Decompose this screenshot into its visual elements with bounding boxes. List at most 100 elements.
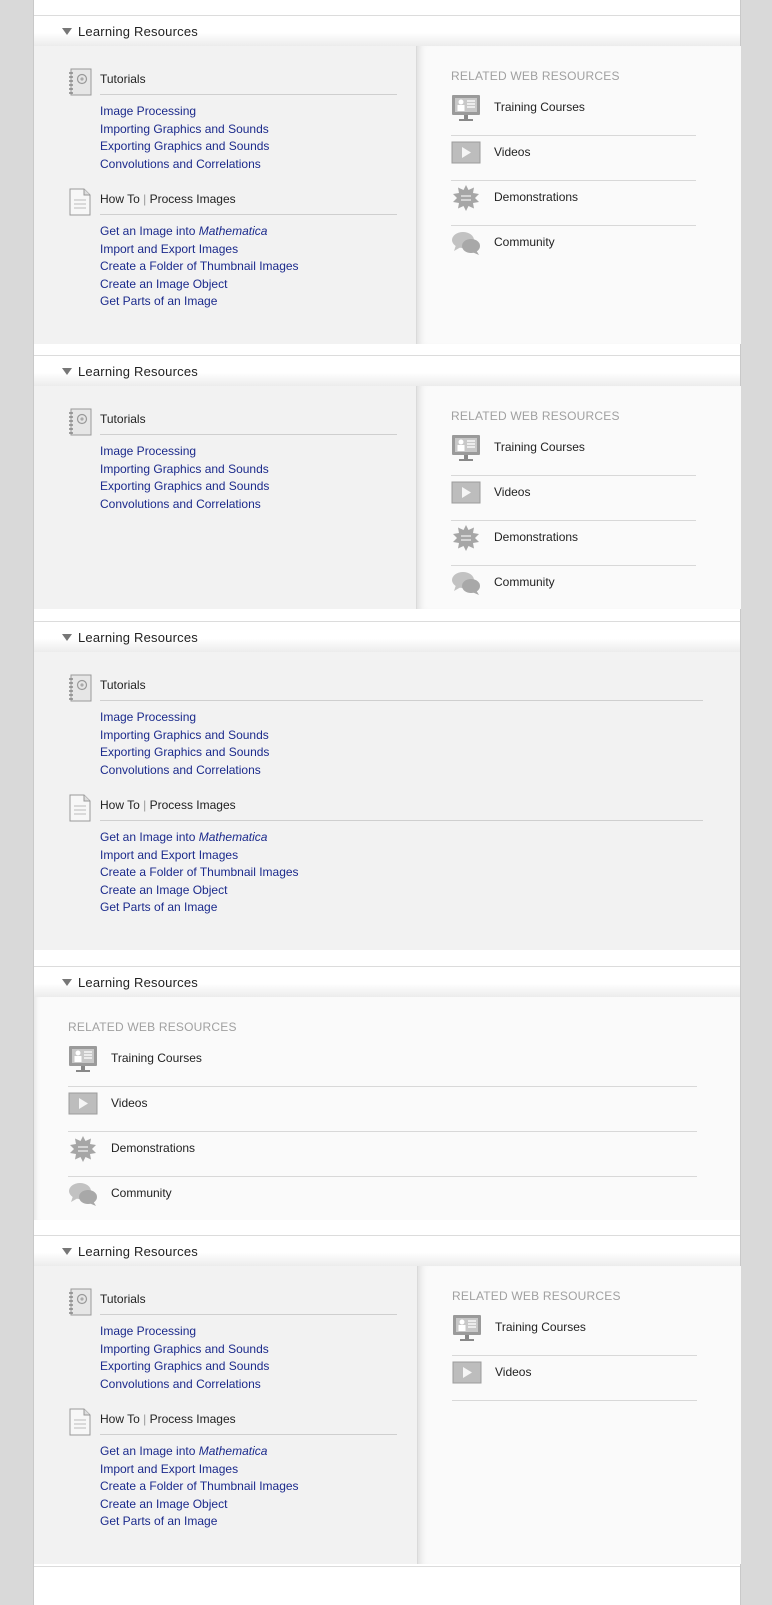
- tutorial-link[interactable]: Importing Graphics and Sounds: [100, 121, 269, 139]
- related-item-demonstrations[interactable]: Demonstrations: [68, 1131, 697, 1177]
- notebook-icon: [69, 68, 92, 96]
- howto-link[interactable]: Create an Image Object: [100, 882, 299, 900]
- learning-resources-section: Learning Resources RELATED WEB RESOURCES…: [34, 966, 740, 1221]
- related-item-community[interactable]: Community: [451, 565, 696, 610]
- howto-link[interactable]: Create a Folder of Thumbnail Images: [100, 864, 299, 882]
- product-name: Mathematica: [198, 830, 268, 844]
- related-item-label: Videos: [494, 145, 531, 159]
- collapse-arrow-icon[interactable]: [62, 368, 72, 375]
- separator: |: [143, 1412, 147, 1426]
- howto-link-text: Get an Image into: [100, 224, 199, 238]
- related-item-community[interactable]: Community: [68, 1176, 697, 1221]
- collapse-arrow-icon[interactable]: [62, 28, 72, 35]
- howto-link[interactable]: Import and Export Images: [100, 241, 299, 259]
- videos-icon: [452, 1361, 482, 1384]
- tutorial-link[interactable]: Importing Graphics and Sounds: [100, 727, 269, 745]
- section-header[interactable]: Learning Resources: [34, 621, 740, 653]
- related-title: RELATED WEB RESOURCES: [451, 69, 620, 83]
- related-item-videos[interactable]: Videos: [451, 135, 696, 181]
- videos-icon: [451, 481, 481, 504]
- document-icon: [69, 794, 91, 822]
- tutorial-link[interactable]: Exporting Graphics and Sounds: [100, 1358, 269, 1376]
- related-item-videos[interactable]: Videos: [452, 1355, 697, 1401]
- howto-label: How To: [100, 1412, 140, 1426]
- community-icon: [452, 572, 480, 595]
- training-courses-icon: [452, 95, 480, 121]
- section-body: RELATED WEB RESOURCES Training Courses V…: [34, 997, 740, 1220]
- product-name: Mathematica: [198, 224, 268, 238]
- tutorial-link[interactable]: Image Processing: [100, 1323, 269, 1341]
- section-body: Tutorials Image Processing Importing Gra…: [34, 1266, 741, 1564]
- howto-links: Get an Image into Mathematica Import and…: [100, 829, 299, 917]
- tutorial-link[interactable]: Image Processing: [100, 709, 269, 727]
- howto-link[interactable]: Import and Export Images: [100, 1461, 299, 1479]
- divider: [100, 820, 703, 821]
- tutorials-heading: Tutorials: [100, 412, 146, 426]
- related-item-training-courses[interactable]: Training Courses: [451, 90, 696, 136]
- howto-link[interactable]: Import and Export Images: [100, 847, 299, 865]
- howto-link[interactable]: Create an Image Object: [100, 1496, 299, 1514]
- tutorial-link[interactable]: Importing Graphics and Sounds: [100, 1341, 269, 1359]
- related-item-training-courses[interactable]: Training Courses: [451, 430, 696, 476]
- howto-topic[interactable]: Process Images: [150, 192, 236, 206]
- howto-topic[interactable]: Process Images: [150, 1412, 236, 1426]
- howto-link[interactable]: Create a Folder of Thumbnail Images: [100, 1478, 299, 1496]
- page: Learning Resources Tutorials Image Proce…: [33, 0, 741, 1605]
- howto-link[interactable]: Get an Image into Mathematica: [100, 1443, 299, 1461]
- notebook-icon: [69, 408, 92, 436]
- related-item-label: Videos: [495, 1365, 532, 1379]
- related-title: RELATED WEB RESOURCES: [68, 1020, 237, 1034]
- tutorial-link[interactable]: Convolutions and Correlations: [100, 1376, 269, 1394]
- howto-link[interactable]: Get Parts of an Image: [100, 293, 299, 311]
- tutorial-link[interactable]: Exporting Graphics and Sounds: [100, 138, 269, 156]
- section-title: Learning Resources: [78, 975, 198, 990]
- related-item-label: Training Courses: [111, 1051, 202, 1065]
- related-item-videos[interactable]: Videos: [451, 475, 696, 521]
- howto-link[interactable]: Get an Image into Mathematica: [100, 829, 299, 847]
- related-item-training-courses[interactable]: Training Courses: [452, 1310, 697, 1356]
- howto-link[interactable]: Get Parts of an Image: [100, 1513, 299, 1531]
- related-item-demonstrations[interactable]: Demonstrations: [451, 520, 696, 566]
- tutorial-link[interactable]: Image Processing: [100, 103, 269, 121]
- howto-link[interactable]: Get Parts of an Image: [100, 899, 299, 917]
- related-web-resources-panel: RELATED WEB RESOURCES Training Courses V…: [416, 386, 741, 609]
- product-name: Mathematica: [198, 1444, 268, 1458]
- related-web-resources-panel: RELATED WEB RESOURCES Training Courses V…: [34, 997, 740, 1220]
- howto-link[interactable]: Create a Folder of Thumbnail Images: [100, 258, 299, 276]
- related-title: RELATED WEB RESOURCES: [452, 1289, 621, 1303]
- section-header[interactable]: Learning Resources: [34, 1235, 740, 1267]
- related-item-label: Videos: [111, 1096, 148, 1110]
- related-item-label: Community: [494, 235, 555, 249]
- collapse-arrow-icon[interactable]: [62, 1248, 72, 1255]
- tutorial-link[interactable]: Importing Graphics and Sounds: [100, 461, 269, 479]
- related-item-label: Community: [111, 1186, 172, 1200]
- tutorials-links: Image Processing Importing Graphics and …: [100, 1323, 269, 1393]
- related-title: RELATED WEB RESOURCES: [451, 409, 620, 423]
- howto-topic[interactable]: Process Images: [150, 798, 236, 812]
- howto-link[interactable]: Get an Image into Mathematica: [100, 223, 299, 241]
- related-item-label: Training Courses: [495, 1320, 586, 1334]
- community-icon: [452, 232, 480, 255]
- tutorial-link[interactable]: Image Processing: [100, 443, 269, 461]
- section-header[interactable]: Learning Resources: [34, 355, 740, 387]
- collapse-arrow-icon[interactable]: [62, 979, 72, 986]
- tutorials-heading: Tutorials: [100, 678, 146, 692]
- howto-link-text: Get an Image into: [100, 1444, 199, 1458]
- separator: |: [143, 798, 147, 812]
- related-item-demonstrations[interactable]: Demonstrations: [451, 180, 696, 226]
- related-item-training-courses[interactable]: Training Courses: [68, 1041, 697, 1087]
- related-item-community[interactable]: Community: [451, 225, 696, 270]
- tutorial-link[interactable]: Exporting Graphics and Sounds: [100, 744, 269, 762]
- tutorial-link[interactable]: Convolutions and Correlations: [100, 762, 269, 780]
- howto-link[interactable]: Create an Image Object: [100, 276, 299, 294]
- tutorial-link[interactable]: Exporting Graphics and Sounds: [100, 478, 269, 496]
- section-header[interactable]: Learning Resources: [34, 966, 740, 998]
- demonstrations-icon: [453, 525, 479, 551]
- tutorial-link[interactable]: Convolutions and Correlations: [100, 496, 269, 514]
- collapse-arrow-icon[interactable]: [62, 634, 72, 641]
- related-item-videos[interactable]: Videos: [68, 1086, 697, 1132]
- related-item-label: Demonstrations: [494, 530, 579, 544]
- section-header[interactable]: Learning Resources: [34, 15, 740, 47]
- learning-resources-section: Learning Resources Tutorials Image Proce…: [34, 355, 741, 610]
- tutorial-link[interactable]: Convolutions and Correlations: [100, 156, 269, 174]
